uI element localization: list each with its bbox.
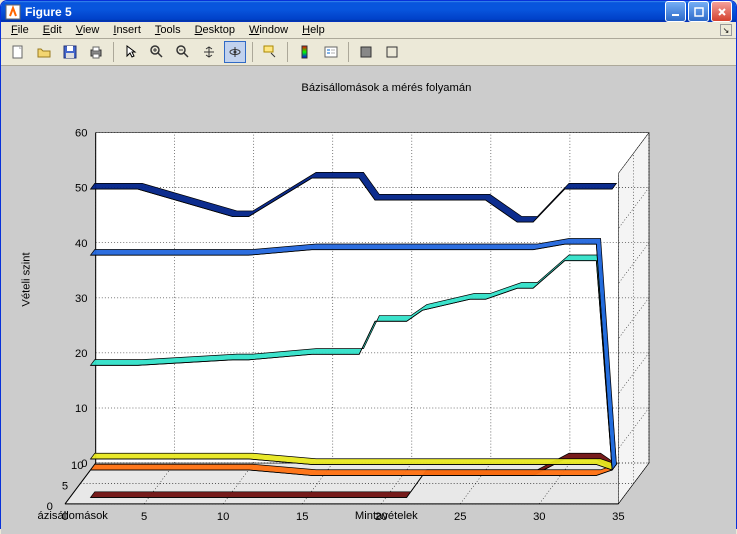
svg-text:20: 20 (75, 348, 87, 360)
svg-text:25: 25 (454, 511, 466, 523)
colorbar-button[interactable] (294, 41, 316, 63)
svg-text:5: 5 (141, 511, 147, 523)
menu-edit[interactable]: Edit (37, 22, 68, 38)
menu-insert[interactable]: Insert (107, 22, 147, 38)
svg-text:10: 10 (217, 511, 229, 523)
svg-text:Mintavételek: Mintavételek (355, 510, 418, 522)
separator (348, 42, 349, 62)
svg-text:40: 40 (75, 238, 87, 250)
svg-text:35: 35 (612, 511, 624, 523)
titlebar[interactable]: Figure 5 (1, 1, 736, 22)
svg-text:30: 30 (533, 511, 545, 523)
show-tools-button[interactable] (381, 41, 403, 63)
pan-button[interactable] (198, 41, 220, 63)
minimize-button[interactable] (665, 1, 686, 22)
zoom-out-button[interactable] (172, 41, 194, 63)
legend-button[interactable] (320, 41, 342, 63)
svg-text:60: 60 (75, 128, 87, 140)
svg-text:10: 10 (71, 460, 83, 472)
print-button[interactable] (85, 41, 107, 63)
dock-icon[interactable]: ↘ (720, 24, 732, 36)
svg-text:Vételi szint: Vételi szint (20, 252, 32, 307)
window-controls (665, 1, 732, 22)
menu-desktop[interactable]: Desktop (189, 22, 241, 38)
svg-text:50: 50 (75, 183, 87, 195)
figure-window: Figure 5 File Edit View Insert Tools Des… (0, 0, 737, 529)
svg-text:ázisállomások: ázisállomások (38, 510, 109, 522)
toolbar (1, 39, 736, 66)
menu-tools[interactable]: Tools (149, 22, 187, 38)
window-title: Figure 5 (25, 5, 665, 19)
menu-view[interactable]: View (70, 22, 106, 38)
rotate3d-button[interactable] (224, 41, 246, 63)
menu-window[interactable]: Window (243, 22, 294, 38)
menu-help[interactable]: Help (296, 22, 331, 38)
zoom-in-button[interactable] (146, 41, 168, 63)
svg-text:5: 5 (62, 481, 68, 493)
menubar: File Edit View Insert Tools Desktop Wind… (1, 22, 736, 39)
open-button[interactable] (33, 41, 55, 63)
datacursor-button[interactable] (259, 41, 281, 63)
matlab-icon (5, 4, 21, 20)
hide-tools-button[interactable] (355, 41, 377, 63)
svg-text:Bázisállomások a mérés folyamá: Bázisállomások a mérés folyamán (301, 82, 471, 94)
pointer-button[interactable] (120, 41, 142, 63)
figure-area[interactable]: 0102030405060051015202530350510Bázisállo… (1, 66, 736, 534)
axes-3d[interactable]: 0102030405060051015202530350510Bázisállo… (9, 74, 728, 526)
menu-file[interactable]: File (5, 22, 35, 38)
close-button[interactable] (711, 1, 732, 22)
svg-text:30: 30 (75, 293, 87, 305)
separator (113, 42, 114, 62)
new-button[interactable] (7, 41, 29, 63)
svg-text:10: 10 (75, 403, 87, 415)
separator (287, 42, 288, 62)
separator (252, 42, 253, 62)
maximize-button[interactable] (688, 1, 709, 22)
save-button[interactable] (59, 41, 81, 63)
svg-text:15: 15 (296, 511, 308, 523)
